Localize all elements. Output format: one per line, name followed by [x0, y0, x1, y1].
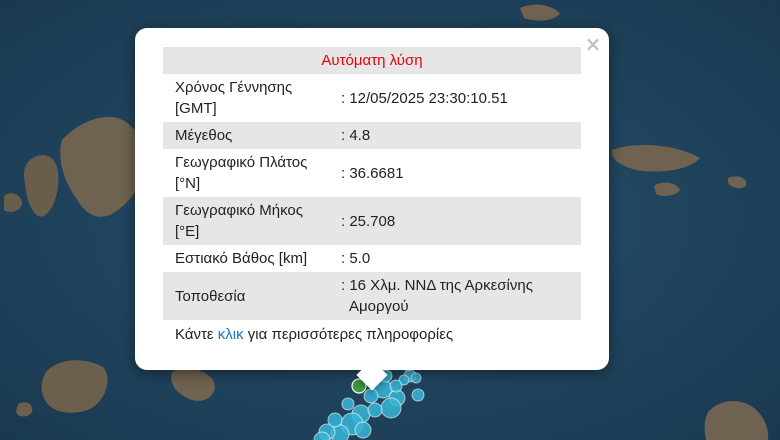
earthquake-marker[interactable]	[363, 388, 379, 404]
title-row: Αυτόματη λύση	[163, 47, 581, 74]
row-key: Γεωγραφικό Μήκος [°E]	[163, 197, 333, 245]
row-value: : 5.0	[341, 250, 371, 267]
more-info-link[interactable]: κλικ	[218, 326, 244, 343]
row-key: Τοποθεσία	[163, 272, 333, 320]
row-key: Χρόνος Γέννησης [GMT]	[175, 79, 293, 117]
table-row: Γεωγραφικό Πλάτος [°N] : 36.6681	[163, 149, 581, 197]
earthquake-info-table: Αυτόματη λύση Χρόνος Γέννησης [GMT] : 12/…	[163, 47, 581, 348]
table-row: Μέγεθος : 4.8	[163, 122, 581, 149]
row-value: : 36.6681	[341, 164, 404, 182]
earthquake-marker[interactable]	[341, 397, 355, 411]
row-key: Γεωγραφικό Πλάτος [°N]	[175, 154, 308, 192]
row-value: : 25.708	[333, 197, 581, 245]
row-value: : 12/05/2025 23:30:10.51	[341, 89, 508, 107]
row-key: Εστιακό Βάθος [km]	[175, 250, 308, 267]
popup-title: Αυτόματη λύση	[163, 47, 581, 74]
table-row: Τοποθεσία : 16 Χλμ. ΝΝΔ της Αρκεσίνης Αμο…	[163, 272, 581, 320]
table-row: Εστιακό Βάθος [km] : 5.0	[163, 245, 581, 272]
earthquake-marker[interactable]	[389, 379, 403, 393]
table-row: Χρόνος Γέννησης [GMT] : 12/05/2025 23:30:…	[163, 74, 581, 122]
more-info-text: Κάντε κλικ για περισσότερες πληροφορίες	[175, 326, 454, 343]
row-value: : 16 Χλμ. ΝΝΔ της Αρκεσίνης Αμοργού	[333, 272, 581, 320]
earthquake-marker[interactable]	[410, 372, 422, 384]
earthquake-marker[interactable]	[367, 402, 383, 418]
earthquake-marker[interactable]	[327, 412, 343, 428]
table-row: Γεωγραφικό Μήκος [°E] : 25.708	[163, 197, 581, 245]
row-value: : 4.8	[333, 122, 581, 149]
earthquake-marker[interactable]	[411, 388, 425, 402]
earthquake-marker[interactable]	[354, 421, 372, 439]
close-icon[interactable]: ×	[583, 34, 603, 54]
earthquake-marker[interactable]	[380, 397, 402, 419]
row-key: Μέγεθος	[163, 122, 333, 149]
more-info-row: Κάντε κλικ για περισσότερες πληροφορίες	[163, 320, 581, 348]
